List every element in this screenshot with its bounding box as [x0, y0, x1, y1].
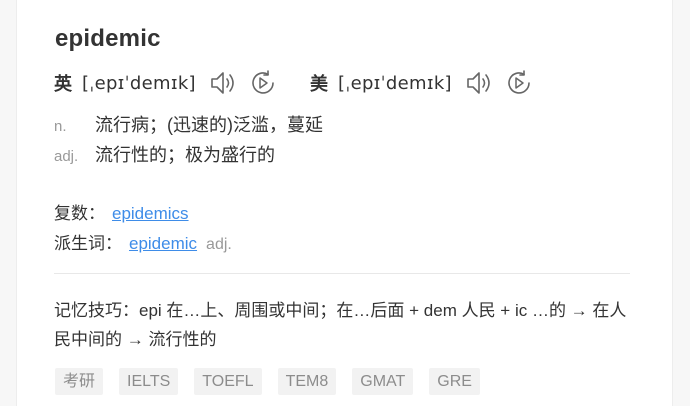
- derivative-label: 派生词：: [54, 234, 122, 253]
- definition-pos: adj.: [54, 148, 79, 165]
- exam-tag[interactable]: IELTS: [119, 368, 179, 395]
- definition-adjective: adj. 流行性的；极为盛行的: [54, 141, 275, 167]
- exam-tag[interactable]: TEM8: [277, 368, 337, 395]
- uk-replay-icon[interactable]: [248, 68, 278, 98]
- definition-pos: n.: [54, 118, 67, 135]
- definition-noun: n. 流行病；(迅速的)泛滥，蔓延: [54, 111, 323, 137]
- us-replay-icon[interactable]: [504, 68, 534, 98]
- exam-tag[interactable]: GRE: [429, 368, 480, 395]
- derivative-pos: adj.: [206, 236, 232, 253]
- dictionary-card: epidemic 英 [ˌepɪˈdemɪk] 美 [ˌepɪˈdemɪk] n…: [16, 0, 673, 406]
- definition-meaning: 流行病；(迅速的)泛滥，蔓延: [95, 115, 323, 135]
- uk-region-label: 英: [54, 74, 72, 94]
- us-speaker-icon[interactable]: [464, 68, 494, 98]
- headword: epidemic: [55, 25, 161, 52]
- plural-label: 复数：: [54, 204, 105, 223]
- derivative-row: 派生词： epidemic adj.: [54, 229, 232, 254]
- plural-link[interactable]: epidemics: [112, 204, 189, 223]
- us-phonetic: [ˌepɪˈdemɪk]: [338, 72, 452, 94]
- uk-phonetic: [ˌepɪˈdemɪk]: [82, 72, 196, 94]
- plural-row: 复数： epidemics: [54, 199, 189, 224]
- memory-tip: 记忆技巧：epi 在…上、周围或中间；在…后面 + dem 人民 + ic …的…: [54, 301, 627, 349]
- definition-meaning: 流行性的；极为盛行的: [95, 145, 275, 165]
- us-region-label: 美: [310, 74, 328, 94]
- section-divider: [54, 273, 630, 274]
- derivative-link[interactable]: epidemic: [129, 234, 197, 253]
- us-pronunciation: 美 [ˌepɪˈdemɪk]: [310, 68, 534, 98]
- exam-tag[interactable]: 考研: [55, 368, 104, 395]
- exam-tag[interactable]: GMAT: [352, 368, 414, 395]
- uk-speaker-icon[interactable]: [208, 68, 238, 98]
- exam-tags: 考研 IELTS TOEFL TEM8 GMAT GRE: [55, 368, 480, 395]
- uk-pronunciation: 英 [ˌepɪˈdemɪk]: [54, 68, 278, 98]
- exam-tag[interactable]: TOEFL: [194, 368, 262, 395]
